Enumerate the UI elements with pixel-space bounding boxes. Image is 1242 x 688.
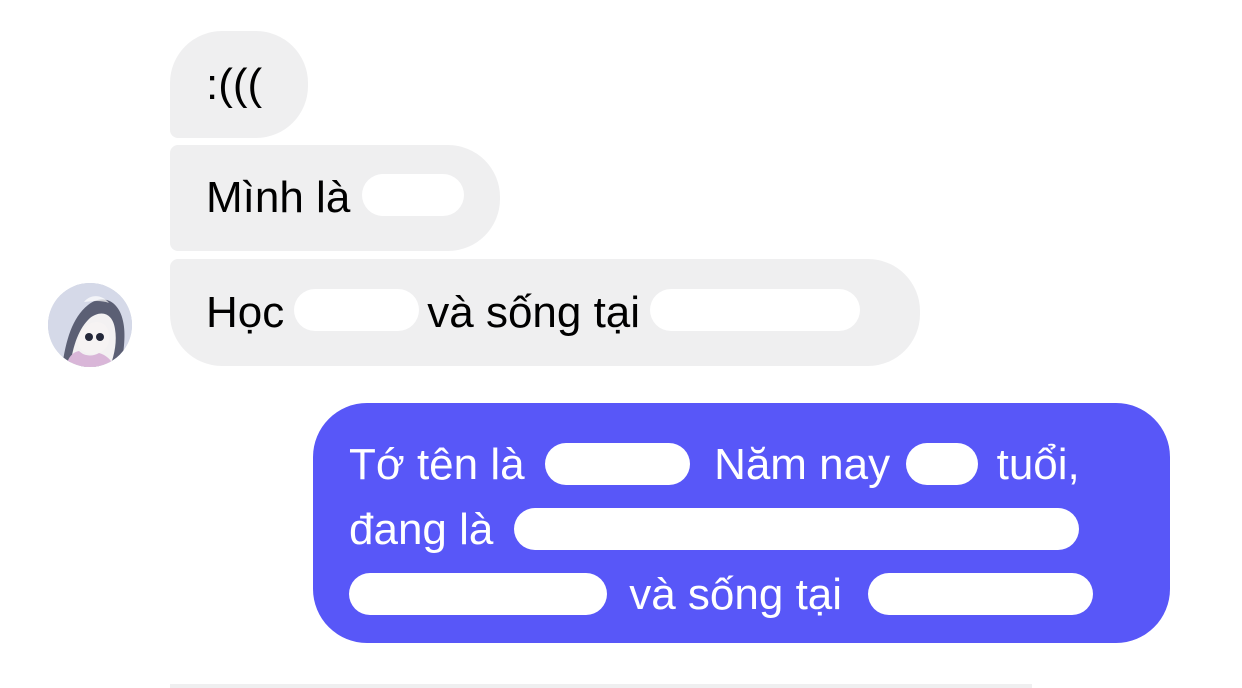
redacted-school bbox=[294, 288, 420, 331]
message-text-prefix: Mình là bbox=[206, 173, 351, 222]
redacted-location bbox=[650, 288, 861, 331]
redacted-location bbox=[868, 573, 1094, 616]
outgoing-text-middle: Năm nay bbox=[714, 440, 891, 489]
outgoing-text-suffix: tuổi, bbox=[996, 440, 1080, 489]
outgoing-line-2: đang là bbox=[349, 497, 1134, 562]
incoming-message-2[interactable]: Mình là bbox=[170, 145, 500, 251]
outgoing-text-middle: và sống tại bbox=[629, 570, 843, 619]
redacted-occupation bbox=[513, 508, 1079, 551]
sender-avatar[interactable] bbox=[48, 283, 132, 367]
incoming-message-1[interactable]: :((( bbox=[170, 31, 308, 138]
outgoing-line-1: Tớ tên là Năm nay tuổi, bbox=[349, 432, 1134, 497]
redacted-age bbox=[906, 443, 979, 486]
redacted-school bbox=[349, 573, 607, 616]
outgoing-message[interactable]: Tớ tên là Năm nay tuổi, đang là và sống … bbox=[313, 403, 1170, 643]
incoming-message-3[interactable]: Học và sống tại bbox=[170, 259, 920, 366]
redacted-name bbox=[362, 174, 464, 216]
outgoing-text-prefix: Tớ tên là bbox=[349, 440, 525, 489]
message-text: :((( bbox=[206, 59, 263, 109]
message-text-middle: và sống tại bbox=[427, 287, 641, 337]
avatar-icon bbox=[48, 283, 132, 367]
outgoing-line-3: và sống tại bbox=[349, 562, 1134, 627]
redacted-name bbox=[544, 443, 690, 486]
outgoing-text-prefix: đang là bbox=[349, 505, 494, 554]
message-divider bbox=[170, 684, 1032, 688]
message-text-prefix: Học bbox=[206, 287, 285, 337]
